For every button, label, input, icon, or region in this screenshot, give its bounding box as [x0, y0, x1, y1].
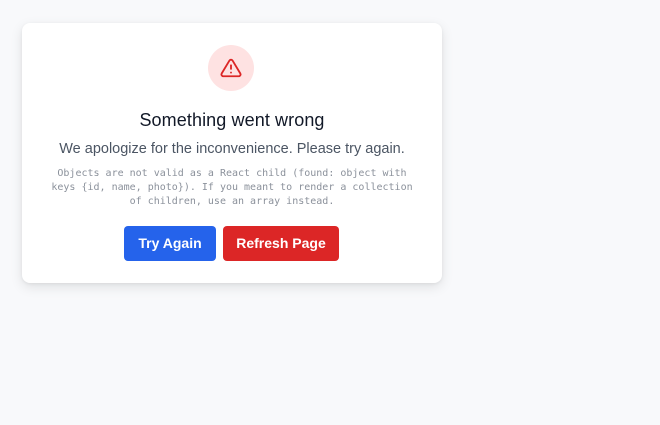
warning-icon-circle	[208, 45, 254, 91]
error-details: Objects are not valid as a React child (…	[51, 168, 413, 207]
refresh-page-button[interactable]: Refresh Page	[223, 226, 339, 261]
error-title: Something went wrong	[139, 110, 325, 130]
error-card: Something went wrong We apologize for th…	[22, 23, 442, 283]
try-again-button[interactable]: Try Again	[124, 226, 216, 261]
error-subtitle: We apologize for the inconvenience. Plea…	[59, 141, 405, 157]
warning-triangle-icon	[220, 58, 242, 78]
